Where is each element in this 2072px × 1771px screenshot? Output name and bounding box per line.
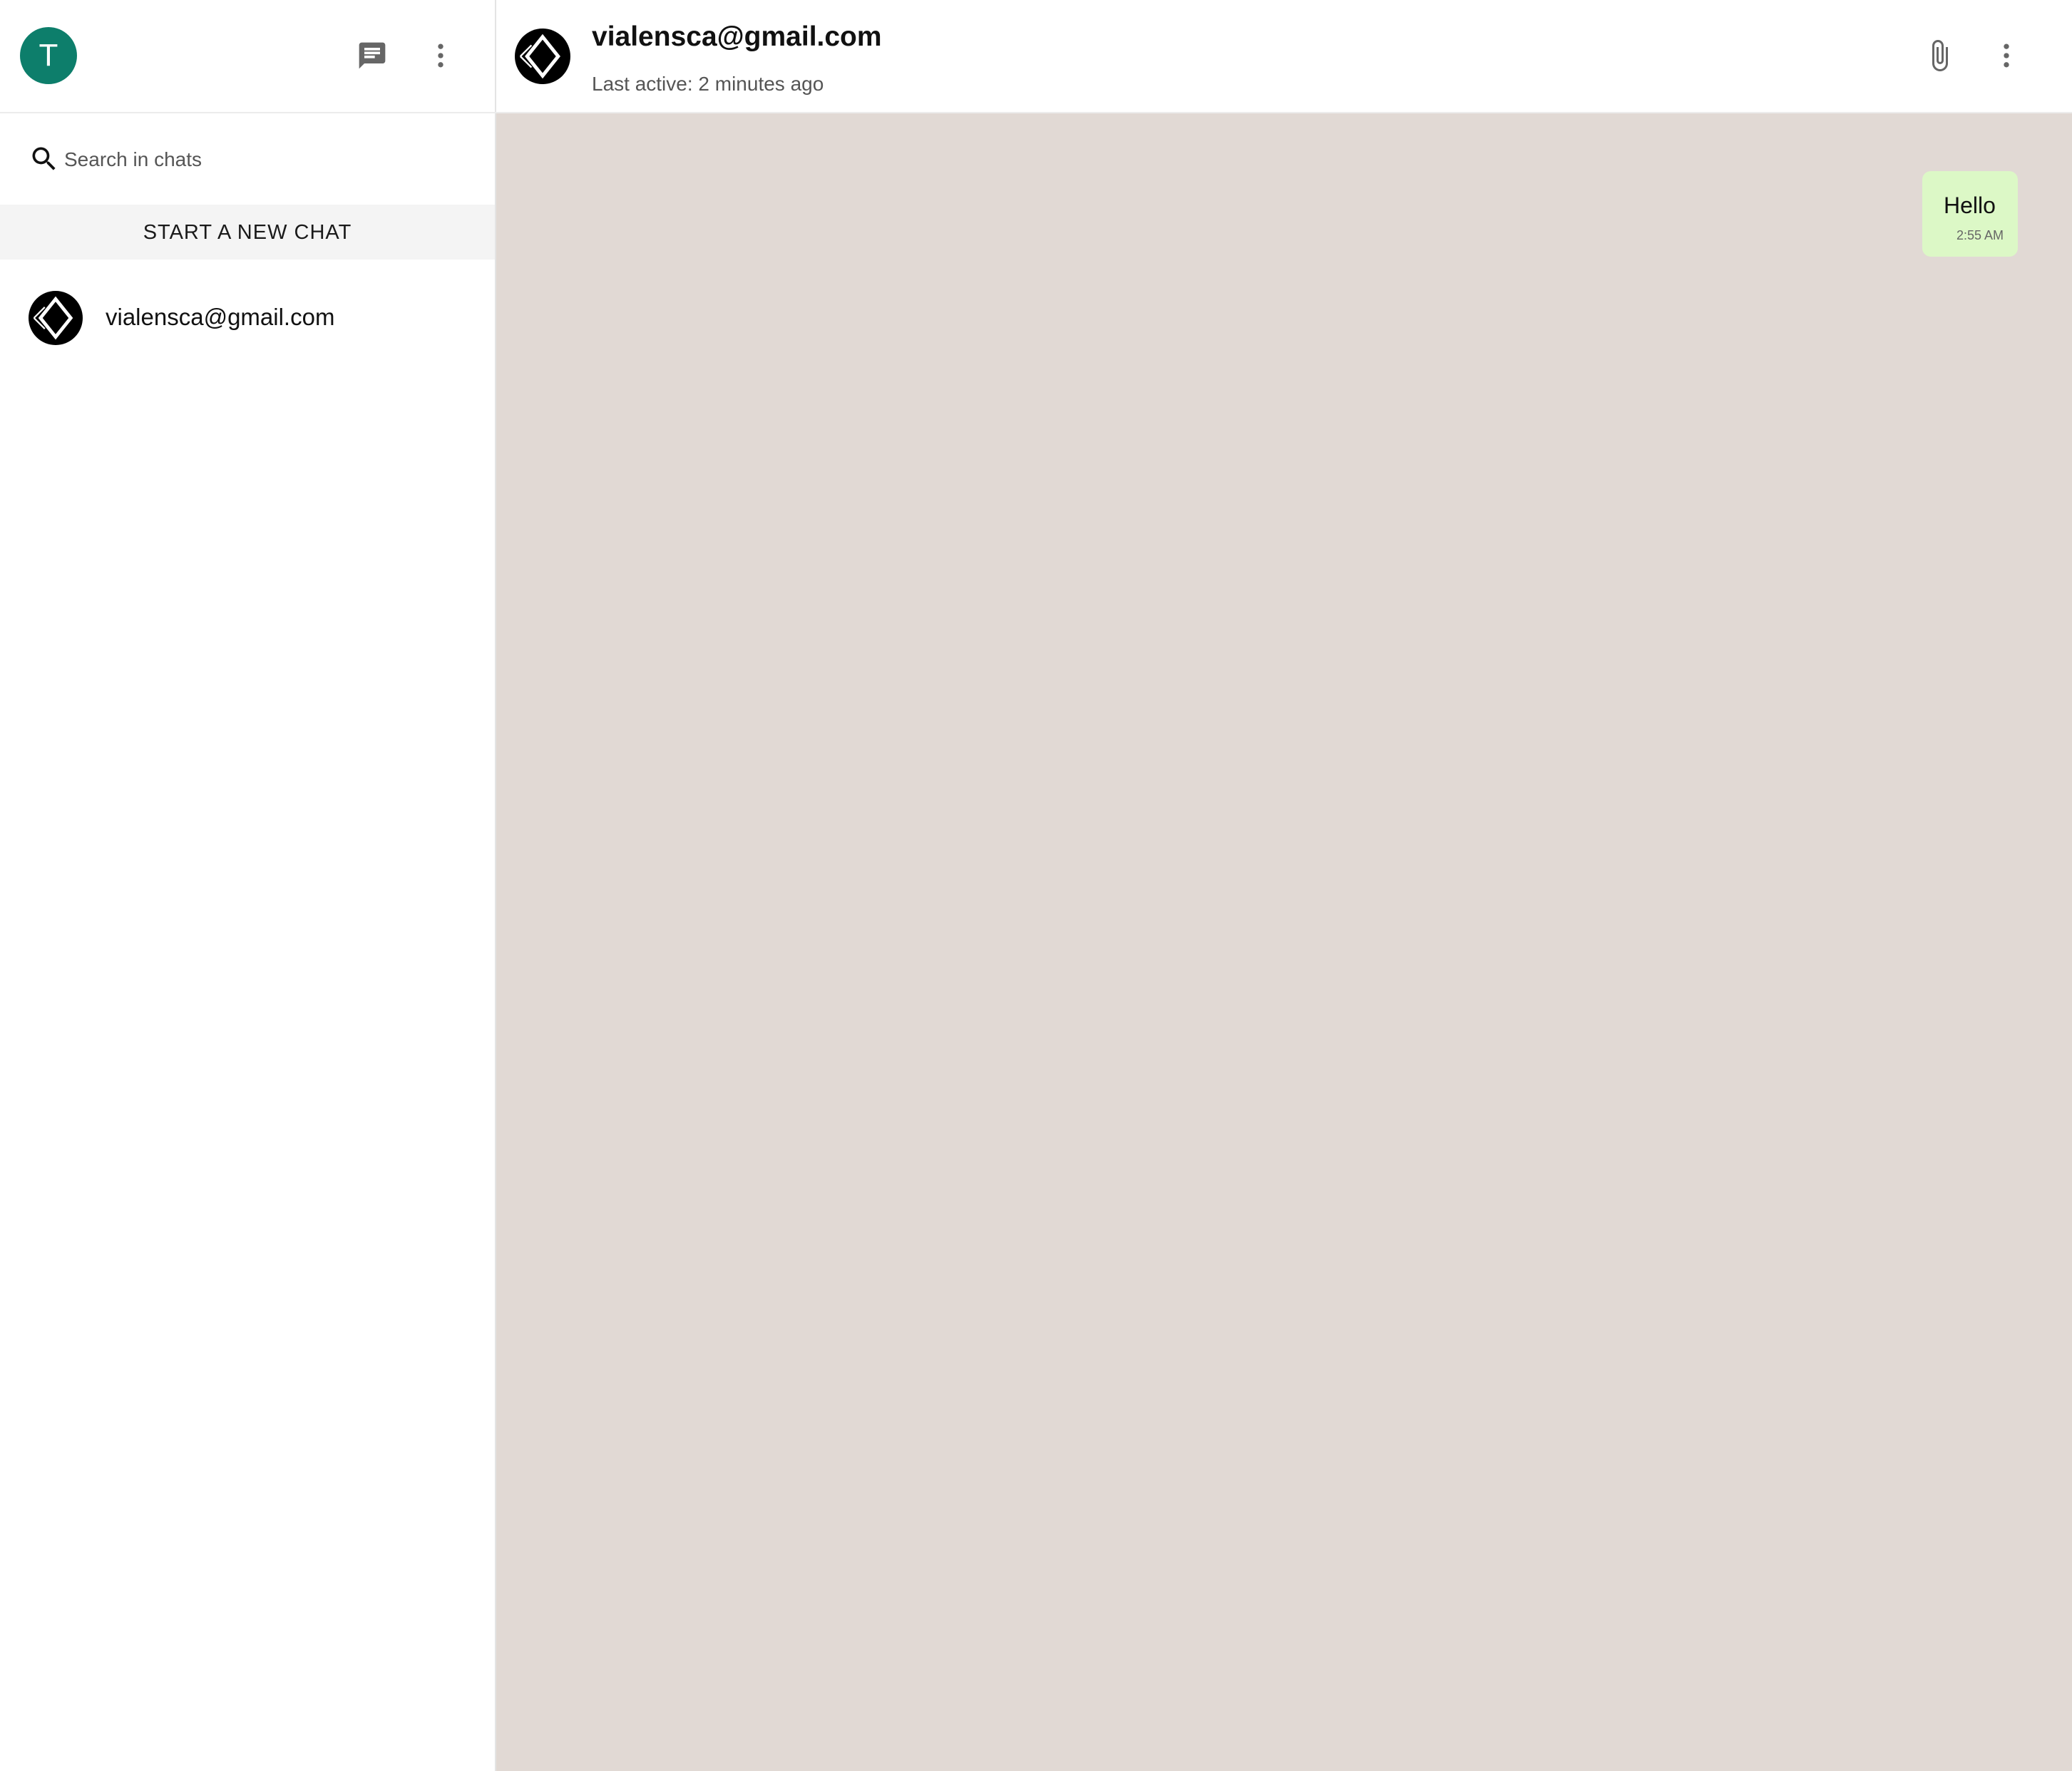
- contact-last-active: Last active: 2 minutes ago: [592, 73, 824, 95]
- attach-icon: [1932, 40, 1948, 71]
- contact-avatar[interactable]: [515, 29, 570, 84]
- new-message-button[interactable]: [349, 33, 395, 78]
- sidebar-menu-button[interactable]: [418, 33, 463, 78]
- search-bar: [0, 113, 495, 205]
- more-vert-icon: [2004, 43, 2009, 68]
- user-avatar[interactable]: T: [20, 27, 77, 84]
- chat-list-item-name: vialensca@gmail.com: [106, 304, 335, 330]
- chat-list-item[interactable]: vialensca@gmail.com: [0, 264, 495, 371]
- sidebar: T START A NEW CHAT vialensca@gmail.com: [0, 0, 496, 1771]
- conversation-header: vialensca@gmail.com Last active: 2 minut…: [496, 0, 2072, 113]
- search-input[interactable]: [63, 138, 465, 182]
- chat-icon: [359, 42, 386, 69]
- sidebar-header: T: [0, 0, 496, 113]
- message-text: Hello: [1944, 192, 1996, 218]
- more-vert-icon: [438, 43, 443, 68]
- conversation-menu-button[interactable]: [1984, 33, 2029, 78]
- outgoing-message[interactable]: Hello 2:55 AM: [1922, 171, 2018, 257]
- contact-avatar: [29, 291, 83, 345]
- contact-name: vialensca@gmail.com: [592, 21, 882, 52]
- message-area[interactable]: Hello 2:55 AM: [496, 113, 2072, 1771]
- conversation-panel: vialensca@gmail.com Last active: 2 minut…: [496, 0, 2072, 1771]
- start-new-chat-button[interactable]: START A NEW CHAT: [0, 205, 495, 260]
- attach-button[interactable]: [1917, 33, 1962, 78]
- message-timestamp: 2:55 AM: [1956, 228, 2004, 242]
- search-icon: [32, 147, 56, 170]
